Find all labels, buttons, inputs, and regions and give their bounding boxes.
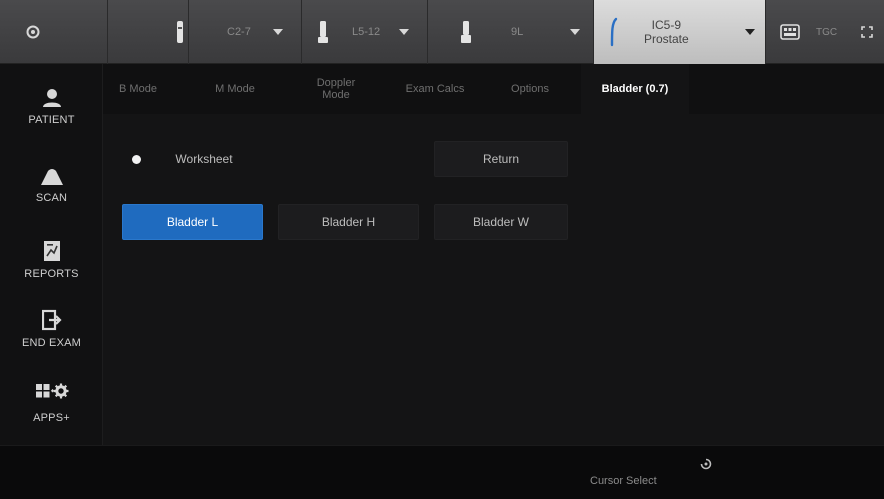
probe-ic5-9-label: IC5-9 Prostate (644, 18, 689, 46)
probe-9l-icon (461, 21, 471, 43)
probe-ic5-9-name: IC5-9 (651, 18, 682, 32)
nav-apps[interactable]: APPS+ (0, 382, 103, 424)
chevron-down-icon (570, 29, 580, 35)
tab-doppler-mode-label-1: Doppler (316, 77, 356, 89)
chevron-down-icon (273, 29, 283, 35)
probe-c2-7-label: C2-7 (227, 26, 251, 38)
probe-ic5-9-icon (610, 17, 618, 47)
tab-bar: B Mode M Mode Doppler Mode Exam Calcs Op… (103, 64, 884, 114)
bladder-l-button[interactable]: Bladder L (122, 204, 263, 240)
reports-icon (43, 241, 60, 261)
worksheet-button[interactable]: Worksheet (145, 141, 263, 177)
chevron-down-icon (745, 29, 755, 35)
probe-9l-label: 9L (511, 26, 524, 38)
tab-exam-calcs-label: Exam Calcs (405, 83, 465, 95)
status-bar: Cursor Select (0, 445, 884, 499)
main-panel: B Mode M Mode Doppler Mode Exam Calcs Op… (103, 64, 884, 445)
patient-icon (42, 89, 61, 107)
bladder-w-button[interactable]: Bladder W (434, 204, 568, 240)
nav-scan-label: SCAN (35, 192, 68, 204)
return-button[interactable]: Return (434, 141, 568, 177)
left-navigation: PATIENT SCAN REPORTS END EXAM APPS+ (0, 64, 103, 445)
bladder-l-label: Bladder L (166, 215, 219, 229)
nav-patient[interactable]: PATIENT (0, 88, 103, 126)
chevron-down-icon (399, 29, 409, 35)
tab-doppler-mode-label-2: Mode (322, 89, 350, 101)
nav-scan[interactable]: SCAN (0, 168, 103, 204)
probe-l5-12-label: L5-12 (352, 26, 381, 38)
expand-button[interactable] (850, 0, 884, 64)
bladder-h-button[interactable]: Bladder H (278, 204, 419, 240)
probe-c2-7-button[interactable] (108, 0, 189, 64)
cursor-select-label: Cursor Select (590, 475, 657, 487)
nav-reports[interactable]: REPORTS (0, 240, 103, 280)
scan-icon (40, 169, 63, 185)
tgc-button[interactable]: TGC (766, 0, 850, 64)
trackball-icon[interactable] (700, 458, 712, 470)
nav-reports-label: REPORTS (24, 268, 79, 280)
expand-icon (861, 26, 873, 38)
nav-apps-label: APPS+ (33, 412, 70, 424)
tab-bladder-label: Bladder (0.7) (601, 83, 669, 95)
nav-patient-label: PATIENT (28, 114, 75, 126)
keyboard-icon (780, 24, 800, 40)
tab-exam-calcs[interactable]: Exam Calcs (393, 64, 477, 114)
probe-ic5-9-button[interactable]: IC5-9 Prostate (594, 0, 766, 64)
worksheet-label: Worksheet (175, 152, 233, 166)
return-label: Return (482, 152, 520, 166)
bladder-h-label: Bladder H (321, 215, 376, 229)
probe-toolbar: C2-7 L5-12 9L IC5-9 Prostate TGC (0, 0, 884, 64)
tab-doppler-mode[interactable]: Doppler Mode (301, 64, 371, 114)
system-settings-button[interactable] (0, 0, 108, 64)
worksheet-radio-dot (132, 155, 141, 164)
probe-c2-7-icon (177, 21, 183, 43)
tab-m-mode-label: M Mode (215, 83, 255, 95)
probe-c2-7-label-cell[interactable]: C2-7 (189, 0, 302, 64)
probe-ic5-9-preset: Prostate (644, 32, 689, 46)
system-icon (26, 25, 40, 39)
tab-b-mode-label: B Mode (119, 83, 157, 95)
tab-options[interactable]: Options (493, 64, 567, 114)
nav-end-exam-label: END EXAM (21, 337, 82, 349)
tab-b-mode[interactable]: B Mode (103, 64, 173, 114)
nav-end-exam[interactable]: END EXAM (0, 309, 103, 349)
apps-icon (35, 383, 68, 399)
tab-m-mode[interactable]: M Mode (193, 64, 277, 114)
end-exam-icon (41, 309, 62, 331)
bladder-w-label: Bladder W (472, 215, 530, 229)
tab-options-label: Options (511, 83, 549, 95)
probe-l5-12-button[interactable]: L5-12 (302, 0, 428, 64)
tgc-label: TGC (816, 26, 838, 38)
probe-l5-12-icon (318, 21, 328, 43)
tab-bladder[interactable]: Bladder (0.7) (581, 64, 689, 114)
probe-9l-button[interactable]: 9L (428, 0, 594, 64)
